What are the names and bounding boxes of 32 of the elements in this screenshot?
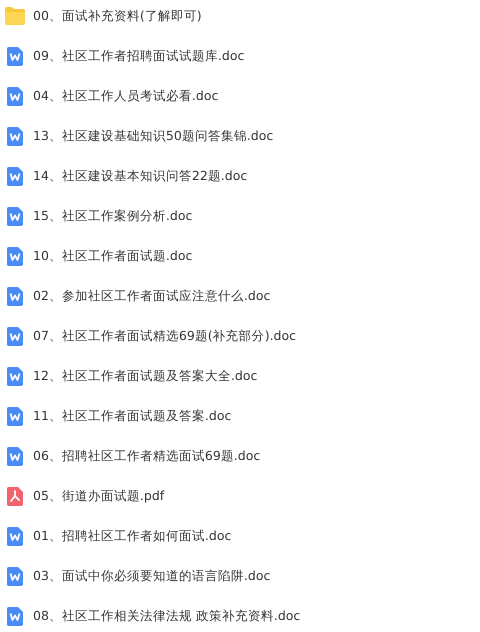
file-name[interactable]: 05、街道办面试题.pdf (33, 486, 164, 506)
file-name[interactable]: 01、招聘社区工作者如何面试.doc (33, 526, 232, 546)
document-icon (6, 406, 22, 426)
document-icon (6, 566, 22, 586)
folder-icon (4, 7, 24, 25)
document-icon (6, 246, 22, 266)
file-name[interactable]: 10、社区工作者面试题.doc (33, 246, 192, 266)
file-name[interactable]: 12、社区工作者面试题及答案大全.doc (33, 366, 258, 386)
pdf-icon (6, 486, 22, 506)
document-icon (6, 166, 22, 186)
document-icon (6, 326, 22, 346)
document-icon (6, 526, 22, 546)
document-icon (6, 606, 22, 626)
file-name[interactable]: 02、参加社区工作者面试应注意什么.doc (33, 286, 270, 306)
file-name[interactable]: 07、社区工作者面试精选69题(补充部分).doc (33, 326, 296, 346)
file-name[interactable]: 11、社区工作者面试题及答案.doc (33, 406, 232, 426)
file-name[interactable]: 04、社区工作人员考试必看.doc (33, 86, 218, 106)
file-name[interactable]: 14、社区建设基本知识问答22题.doc (33, 166, 248, 186)
document-icon (6, 46, 22, 66)
file-name[interactable]: 15、社区工作案例分析.doc (33, 206, 192, 226)
document-icon (6, 446, 22, 466)
file-name[interactable]: 13、社区建设基础知识50题问答集锦.doc (33, 126, 274, 146)
file-name[interactable]: 03、面试中你必须要知道的语言陷阱.doc (33, 566, 270, 586)
file-name[interactable]: 08、社区工作相关法律法规 政策补充资料.doc (33, 606, 300, 626)
file-name[interactable]: 09、社区工作者招聘面试试题库.doc (33, 46, 244, 66)
document-icon (6, 126, 22, 146)
document-icon (6, 286, 22, 306)
file-name[interactable]: 00、面试补充资料(了解即可) (33, 6, 202, 26)
document-icon (6, 366, 22, 386)
file-name[interactable]: 06、招聘社区工作者精选面试69题.doc (33, 446, 260, 466)
document-icon (6, 86, 22, 106)
document-icon (6, 206, 22, 226)
